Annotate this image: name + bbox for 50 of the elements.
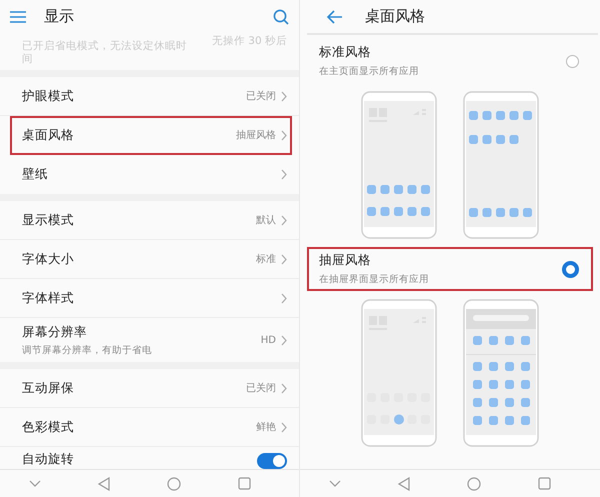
row-label: 自动旋转	[22, 451, 75, 468]
row-label: 壁纸	[22, 166, 49, 183]
radio-button[interactable]	[566, 54, 579, 68]
chevron-right-icon	[281, 292, 287, 304]
style-option[interactable]: 抽屉风格 在抽屉界面显示所有应用	[307, 247, 593, 291]
home-icon[interactable]	[166, 476, 180, 490]
row-value: 默认	[256, 214, 276, 227]
search-icon[interactable]	[273, 8, 289, 24]
chevron-right-icon	[281, 382, 287, 394]
row-label: 字体样式	[22, 290, 75, 306]
row-value: 抽屉风格	[236, 128, 276, 142]
screen-title: 桌面风格	[365, 7, 425, 26]
row-label: 桌面风格	[22, 126, 75, 144]
option-title: 标准风格	[319, 44, 372, 61]
screen-title: 显示	[44, 7, 75, 26]
chevron-right-icon	[281, 130, 287, 140]
chevron-right-icon	[281, 254, 287, 264]
option-subtitle: 在抽屉界面显示所有应用	[319, 273, 430, 286]
home-icon[interactable]	[467, 476, 482, 490]
row-label: 显示模式	[22, 212, 75, 228]
row-value: 已关闭	[246, 382, 276, 395]
chevron-down-icon[interactable]	[328, 480, 341, 487]
radio-button[interactable]	[562, 260, 579, 278]
recents-icon[interactable]	[538, 477, 552, 490]
settings-row[interactable]: 桌面风格 抽屉风格	[10, 116, 292, 155]
row-value: HD	[260, 334, 276, 346]
row-subtitle: 调节屏幕分辨率，有助于省电	[22, 344, 153, 356]
back-arrow-icon[interactable]	[327, 10, 343, 24]
chevron-right-icon	[281, 90, 287, 102]
back-icon[interactable]	[398, 476, 410, 490]
chevron-down-icon[interactable]	[28, 480, 40, 487]
menu-icon[interactable]	[10, 10, 26, 22]
chevron-right-icon	[281, 334, 287, 346]
chevron-right-icon	[281, 169, 287, 180]
row-label: 屏幕分辨率	[22, 324, 88, 340]
style-option[interactable]: 标准风格 在主页面显示所有应用	[307, 39, 593, 83]
row-label: 互动屏保	[22, 380, 75, 396]
row-label: 护眼模式	[22, 88, 75, 104]
row-value: 标准	[256, 252, 276, 266]
chevron-right-icon	[281, 422, 287, 432]
recents-icon[interactable]	[238, 477, 250, 490]
row-value: 鲜艳	[256, 421, 276, 434]
option-title: 抽屉风格	[319, 252, 372, 269]
back-icon[interactable]	[98, 476, 110, 490]
option-subtitle: 在主页面显示所有应用	[319, 65, 420, 78]
toggle-switch[interactable]	[257, 453, 287, 469]
chevron-right-icon	[281, 214, 287, 226]
row-label: 色彩模式	[22, 418, 75, 436]
row-value: 已关闭	[246, 90, 276, 103]
row-label: 字体大小	[22, 250, 75, 268]
